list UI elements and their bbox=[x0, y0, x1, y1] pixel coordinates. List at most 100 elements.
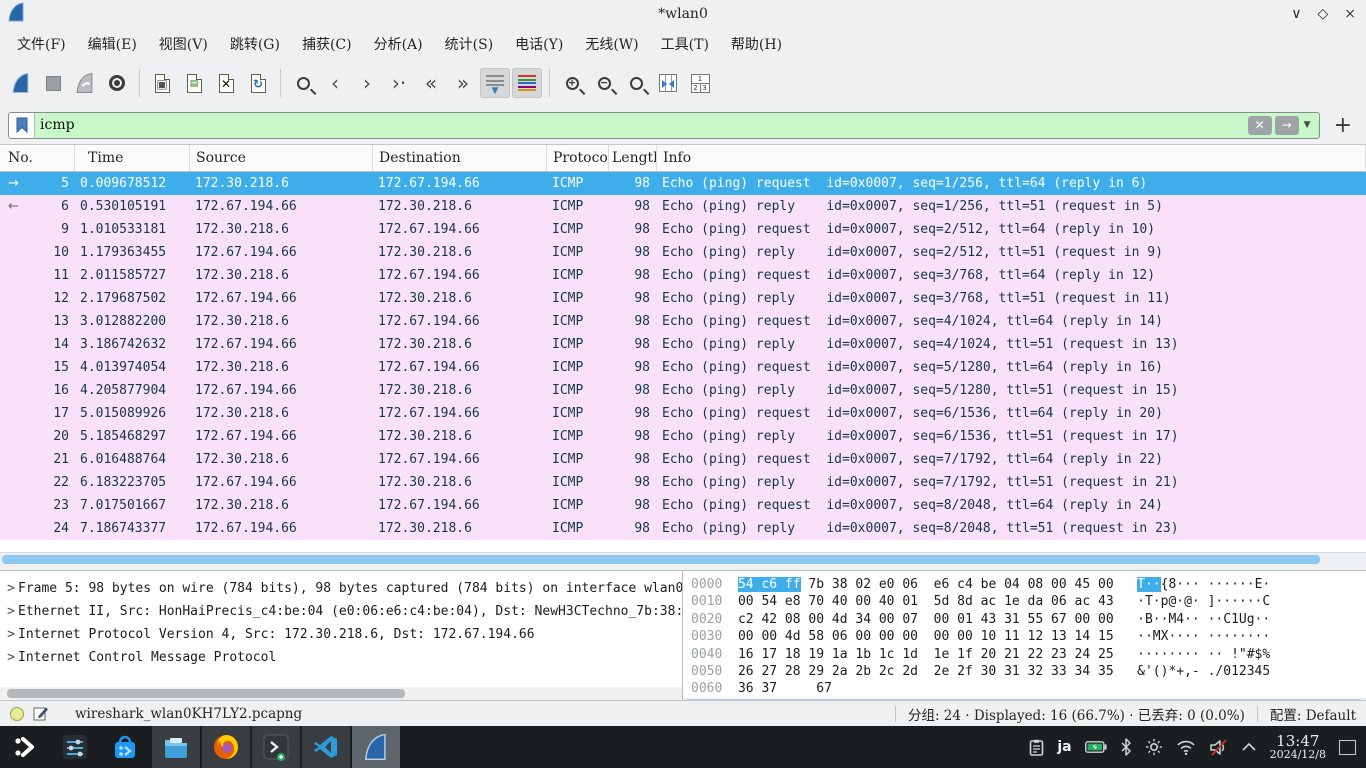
go-to-packet-button[interactable]: ›· bbox=[384, 68, 414, 98]
hex-row[interactable]: 0040 16 17 18 19 1a 1b 1c 1d 1e 1f 20 21… bbox=[691, 646, 1366, 663]
expander-icon[interactable]: > bbox=[4, 646, 18, 669]
firefox-task[interactable] bbox=[200, 726, 250, 768]
column-header-protocol[interactable]: Protocol bbox=[547, 145, 609, 171]
display-filter-input[interactable]: icmp ✕ → ▼ bbox=[8, 112, 1320, 139]
restart-capture-button[interactable] bbox=[70, 68, 100, 98]
menu-item[interactable]: 无线(W) bbox=[574, 30, 649, 58]
close-capture-file-button[interactable]: ✕ bbox=[211, 68, 241, 98]
expander-icon[interactable]: > bbox=[4, 577, 18, 600]
filter-apply-button[interactable]: → bbox=[1275, 116, 1299, 135]
scrollbar-thumb[interactable] bbox=[685, 699, 1362, 700]
packet-row[interactable]: ←6 0.530105191 172.67.194.66 172.30.218.… bbox=[0, 195, 1366, 218]
packet-row[interactable]: 16 4.205877904 172.67.194.66 172.30.218.… bbox=[0, 379, 1366, 402]
stop-capture-button[interactable] bbox=[38, 68, 68, 98]
capture-comment-icon[interactable] bbox=[33, 706, 48, 721]
app-launcher-button[interactable] bbox=[0, 726, 50, 768]
packet-row[interactable]: →5 0.009678512 172.30.218.6 172.67.194.6… bbox=[0, 172, 1366, 195]
hex-row[interactable]: 0060 36 37 67 bbox=[691, 680, 1366, 697]
detail-tree-row[interactable]: > Ethernet II, Src: HonHaiPrecis_c4:be:0… bbox=[0, 600, 682, 623]
hex-hscrollbar[interactable] bbox=[683, 698, 1366, 700]
show-desktop-button[interactable] bbox=[1339, 740, 1356, 755]
column-header-destination[interactable]: Destination bbox=[373, 145, 547, 171]
wifi-tray-icon[interactable] bbox=[1176, 739, 1196, 755]
scrollbar-thumb[interactable] bbox=[7, 689, 405, 698]
maximize-button[interactable]: ◇ bbox=[1317, 6, 1328, 22]
hex-row[interactable]: 0050 26 27 28 29 2a 2b 2c 2d 2e 2f 30 31… bbox=[691, 663, 1366, 680]
filter-dropdown-caret[interactable]: ▼ bbox=[1304, 120, 1311, 130]
column-header-info[interactable]: Info bbox=[657, 145, 1366, 171]
title-bar[interactable]: *wlan0 ∨ ◇ × bbox=[0, 0, 1366, 28]
zoom-out-button[interactable]: − bbox=[589, 68, 619, 98]
hex-row[interactable]: 0020 c2 42 08 00 4d 34 00 07 00 01 43 31… bbox=[691, 611, 1366, 628]
discover-button[interactable] bbox=[100, 726, 150, 768]
colorize-toggle[interactable] bbox=[512, 68, 542, 98]
packet-row[interactable]: 14 3.186742632 172.67.194.66 172.30.218.… bbox=[0, 333, 1366, 356]
column-header-source[interactable]: Source bbox=[190, 145, 373, 171]
settings-button[interactable] bbox=[50, 726, 100, 768]
capture-options-button[interactable] bbox=[102, 68, 132, 98]
detail-tree-row[interactable]: > Internet Control Message Protocol bbox=[0, 646, 682, 669]
column-header-no[interactable]: No. bbox=[0, 145, 75, 171]
menu-item[interactable]: 工具(T) bbox=[650, 30, 720, 58]
packet-row[interactable]: 9 1.010533181 172.30.218.6 172.67.194.66… bbox=[0, 218, 1366, 241]
filter-add-button[interactable]: + bbox=[1328, 113, 1358, 138]
brightness-tray-icon[interactable] bbox=[1145, 738, 1163, 756]
menu-item[interactable]: 捕获(C) bbox=[291, 30, 363, 58]
bluetooth-tray-icon[interactable] bbox=[1120, 738, 1132, 756]
profile-label[interactable]: 配置: Default bbox=[1270, 704, 1356, 724]
go-forward-button[interactable]: › bbox=[352, 68, 382, 98]
hex-row[interactable]: 0000 54 c6 ff 7b 38 02 e0 06 e6 c4 be 04… bbox=[691, 576, 1366, 593]
hex-row[interactable]: 0010 00 54 e8 70 40 00 40 01 5d 8d ac 1e… bbox=[691, 593, 1366, 610]
detail-tree-row[interactable]: > Internet Protocol Version 4, Src: 172.… bbox=[0, 623, 682, 646]
clipboard-tray-icon[interactable] bbox=[1029, 739, 1044, 756]
packet-row[interactable]: 12 2.179687502 172.67.194.66 172.30.218.… bbox=[0, 287, 1366, 310]
hex-row[interactable]: 0030 00 00 4d 58 06 00 00 00 00 00 10 11… bbox=[691, 628, 1366, 645]
input-method-indicator[interactable]: ja bbox=[1057, 739, 1071, 755]
packet-row[interactable]: 17 5.015089926 172.30.218.6 172.67.194.6… bbox=[0, 402, 1366, 425]
clock[interactable]: 13:47 2024/12/8 bbox=[1270, 733, 1326, 762]
packet-row[interactable]: 15 4.013974054 172.30.218.6 172.67.194.6… bbox=[0, 356, 1366, 379]
detail-hscrollbar[interactable] bbox=[0, 687, 682, 700]
packet-row[interactable]: 23 7.017501667 172.30.218.6 172.67.194.6… bbox=[0, 494, 1366, 517]
filter-bookmark-button[interactable] bbox=[9, 113, 35, 138]
reload-capture-file-button[interactable]: ↻ bbox=[243, 68, 273, 98]
menu-item[interactable]: 视图(V) bbox=[148, 30, 219, 58]
tray-expander-icon[interactable] bbox=[1241, 742, 1257, 752]
close-button[interactable]: × bbox=[1344, 6, 1356, 22]
capture-filename[interactable]: wireshark_wlan0KH7LY2.pcapng bbox=[75, 706, 302, 722]
go-first-packet-button[interactable]: « bbox=[416, 68, 446, 98]
zoom-in-button[interactable]: + bbox=[557, 68, 587, 98]
battery-tray-icon[interactable] bbox=[1085, 741, 1107, 753]
file-manager-task[interactable] bbox=[150, 726, 200, 768]
menu-item[interactable]: 编辑(E) bbox=[77, 30, 148, 58]
column-header-time[interactable]: Time bbox=[75, 145, 190, 171]
scrollbar-thumb[interactable] bbox=[2, 555, 1320, 564]
menu-item[interactable]: 跳转(G) bbox=[219, 30, 291, 58]
resize-columns-button[interactable] bbox=[653, 68, 683, 98]
packet-row[interactable]: 21 6.016488764 172.30.218.6 172.67.194.6… bbox=[0, 448, 1366, 471]
find-packet-button[interactable] bbox=[288, 68, 318, 98]
zoom-reset-button[interactable] bbox=[621, 68, 651, 98]
packet-row[interactable]: 13 3.012882200 172.30.218.6 172.67.194.6… bbox=[0, 310, 1366, 333]
layout-chooser-button[interactable]: 123 bbox=[685, 68, 715, 98]
expert-info-icon[interactable] bbox=[10, 707, 24, 721]
minimize-button[interactable]: ∨ bbox=[1291, 6, 1301, 22]
open-capture-file-button[interactable]: ▣ bbox=[147, 68, 177, 98]
menu-item[interactable]: 文件(F) bbox=[6, 30, 77, 58]
menu-item[interactable]: 分析(A) bbox=[363, 30, 434, 58]
wireshark-task[interactable] bbox=[350, 726, 400, 768]
packet-row[interactable]: 22 6.183223705 172.67.194.66 172.30.218.… bbox=[0, 471, 1366, 494]
filter-clear-button[interactable]: ✕ bbox=[1248, 116, 1272, 135]
column-header-length[interactable]: Length bbox=[609, 145, 657, 171]
start-capture-button[interactable] bbox=[6, 68, 36, 98]
menu-item[interactable]: 统计(S) bbox=[434, 30, 505, 58]
packet-list-hscrollbar[interactable] bbox=[0, 552, 1366, 565]
vscode-task[interactable] bbox=[300, 726, 350, 768]
menu-item[interactable]: 帮助(H) bbox=[720, 30, 793, 58]
save-capture-file-button[interactable]: ▤ bbox=[179, 68, 209, 98]
terminal-task[interactable] bbox=[250, 726, 300, 768]
menu-item[interactable]: 电话(Y) bbox=[504, 30, 574, 58]
volume-muted-tray-icon[interactable] bbox=[1209, 739, 1228, 756]
detail-tree-row[interactable]: > Frame 5: 98 bytes on wire (784 bits), … bbox=[0, 577, 682, 600]
auto-scroll-toggle[interactable] bbox=[480, 68, 510, 98]
